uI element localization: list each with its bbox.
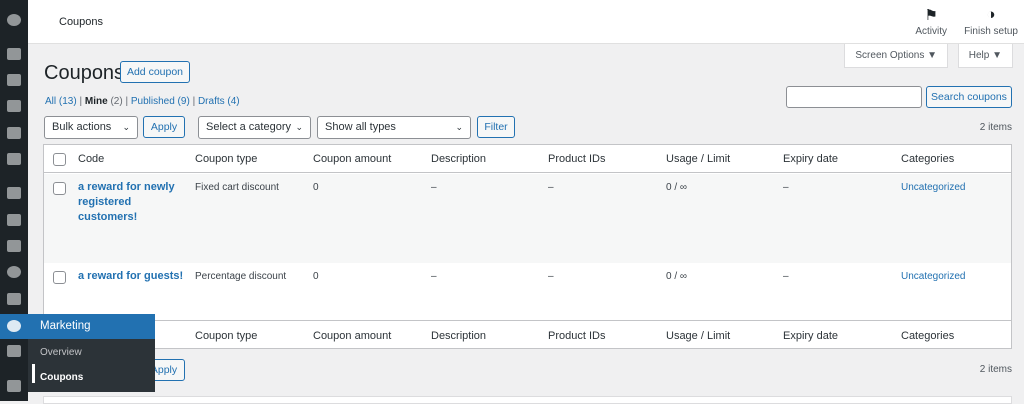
- appearance-icon[interactable]: [7, 153, 21, 165]
- dashboard-icon[interactable]: [7, 14, 21, 26]
- megaphone-icon: [7, 320, 21, 332]
- col-description: Description: [431, 153, 487, 165]
- products-icon[interactable]: [7, 214, 21, 226]
- coupon-code-link[interactable]: a reward for guests!: [78, 269, 198, 284]
- search-coupons-button[interactable]: Search coupons: [926, 86, 1012, 108]
- view-published[interactable]: Published (9): [131, 96, 190, 107]
- activity-button[interactable]: ⚑ Activity: [915, 6, 947, 37]
- usage-limit: 0 / ∞: [666, 182, 688, 193]
- col-categories: Categories: [901, 330, 955, 342]
- chevron-down-icon: ⌄: [122, 122, 130, 132]
- chevron-down-icon: ⌄: [455, 122, 463, 132]
- coupon-type: Percentage discount: [195, 271, 287, 282]
- table-header: Code Coupon type Coupon amount Descripti…: [44, 145, 1011, 173]
- description: –: [431, 271, 437, 282]
- bulk-actions-select[interactable]: Bulk actions ⌄: [44, 116, 138, 139]
- header-title: Coupons: [59, 16, 104, 28]
- items-count: 2 items: [979, 122, 1012, 133]
- view-filters: All (13) | Mine (2) | Published (9) | Dr…: [45, 96, 240, 107]
- col-usage: Usage / Limit: [666, 153, 731, 165]
- col-usage: Usage / Limit: [666, 330, 731, 342]
- tools-icon[interactable]: [7, 380, 21, 392]
- analytics-icon[interactable]: [7, 293, 21, 305]
- expiry-date: –: [783, 182, 789, 193]
- activity-label: Activity: [915, 26, 947, 37]
- menu-marketing[interactable]: Marketing: [28, 314, 155, 339]
- table-row: a reward for guests! Percentage discount…: [44, 263, 1011, 321]
- view-all[interactable]: All (13): [45, 96, 77, 107]
- menu-overview[interactable]: Overview: [28, 339, 155, 358]
- apply-button[interactable]: Apply: [143, 116, 185, 138]
- col-product-ids: Product IDs: [548, 153, 606, 165]
- usage-limit: 0 / ∞: [666, 271, 688, 282]
- filter-button[interactable]: Filter: [477, 116, 515, 138]
- marketing-flyout-menu: Marketing Overview Coupons: [28, 314, 155, 392]
- col-categories: Categories: [901, 153, 955, 165]
- pages-icon[interactable]: [7, 100, 21, 112]
- coupons-table: Code Coupon type Coupon amount Descripti…: [43, 144, 1012, 349]
- search-input[interactable]: [786, 86, 922, 108]
- screen-options-button[interactable]: Screen Options ▼: [844, 44, 948, 68]
- tickets-icon[interactable]: [7, 240, 21, 252]
- expiry-date: –: [783, 271, 789, 282]
- pin-icon[interactable]: [7, 48, 21, 60]
- chevron-down-icon: ⌄: [295, 122, 303, 132]
- col-description: Description: [431, 330, 487, 342]
- coupon-amount: 0: [313, 182, 319, 193]
- view-drafts[interactable]: Drafts (4): [198, 96, 240, 107]
- marketing-menu-icon-bg[interactable]: [0, 314, 28, 339]
- calendar-icon[interactable]: [7, 345, 21, 357]
- category-link[interactable]: Uncategorized: [901, 182, 965, 193]
- payments-icon[interactable]: [7, 266, 21, 278]
- type-select[interactable]: Show all types ⌄: [317, 116, 471, 139]
- category-select[interactable]: Select a category ⌄: [198, 116, 311, 139]
- type-value: Show all types: [325, 121, 396, 133]
- menu-coupons[interactable]: Coupons: [32, 364, 155, 383]
- col-expiry[interactable]: Expiry date: [783, 330, 838, 342]
- items-count-bottom: 2 items: [979, 364, 1012, 375]
- add-coupon-button[interactable]: Add coupon: [120, 61, 190, 83]
- coupon-type: Fixed cart discount: [195, 182, 279, 193]
- view-mine[interactable]: Mine (2): [85, 96, 123, 107]
- table-footer: Coupon type Coupon amount Description Pr…: [44, 322, 1011, 350]
- finish-setup-label: Finish setup: [964, 26, 1018, 37]
- top-header: Coupons ⚑ Activity ◑ Finish setup: [28, 0, 1024, 44]
- col-type: Coupon type: [195, 153, 258, 165]
- product-ids: –: [548, 182, 554, 193]
- coupon-code-link[interactable]: a reward for newly registered customers!: [78, 180, 188, 225]
- media-icon[interactable]: [7, 74, 21, 86]
- col-amount: Coupon amount: [313, 330, 392, 342]
- woo-icon[interactable]: [7, 187, 21, 199]
- category-link[interactable]: Uncategorized: [901, 271, 965, 282]
- category-value: Select a category: [206, 121, 291, 133]
- page-title: Coupons: [44, 62, 125, 84]
- row-checkbox[interactable]: [53, 271, 66, 284]
- product-ids: –: [548, 271, 554, 282]
- col-code[interactable]: Code: [78, 153, 104, 165]
- admin-sidebar: [0, 0, 28, 401]
- col-expiry[interactable]: Expiry date: [783, 153, 838, 165]
- help-button[interactable]: Help ▼: [957, 44, 1013, 68]
- col-product-ids: Product IDs: [548, 330, 606, 342]
- row-checkbox[interactable]: [53, 182, 66, 195]
- finish-setup-button[interactable]: ◑ Finish setup: [964, 6, 1018, 37]
- comments-icon[interactable]: [7, 127, 21, 139]
- description: –: [431, 182, 437, 193]
- footer-panel: [43, 396, 1012, 404]
- col-type: Coupon type: [195, 330, 258, 342]
- bulk-actions-value: Bulk actions: [52, 121, 112, 133]
- progress-circle-icon: ◑: [986, 6, 996, 23]
- table-row: a reward for newly registered customers!…: [44, 174, 1011, 263]
- col-amount: Coupon amount: [313, 153, 392, 165]
- flag-icon: ⚑: [924, 7, 938, 24]
- select-all-checkbox[interactable]: [53, 153, 66, 166]
- coupon-amount: 0: [313, 271, 319, 282]
